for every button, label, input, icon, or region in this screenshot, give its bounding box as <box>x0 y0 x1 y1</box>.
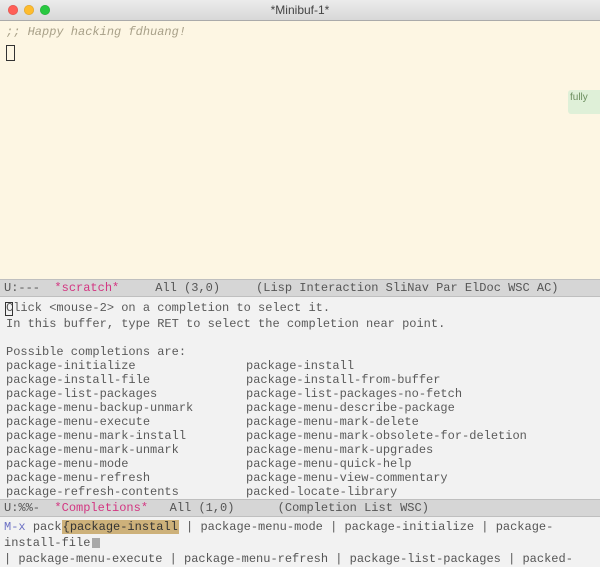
completion-item[interactable]: package-menu-quick-help <box>246 457 594 471</box>
scratch-comment: ;; Happy hacking fdhuang! <box>6 25 594 39</box>
minibuffer[interactable]: M-x pack{package-install | package-menu-… <box>0 517 600 567</box>
completion-item[interactable]: package-refresh-contents <box>6 485 236 499</box>
point-icon <box>6 303 12 315</box>
completions-grid: package-initialize package-install packa… <box>6 359 594 499</box>
window-controls <box>0 5 50 15</box>
buffer-name: *scratch* <box>54 281 119 295</box>
completion-item[interactable]: package-menu-execute <box>6 415 236 429</box>
completion-item[interactable]: package-menu-mark-install <box>6 429 236 443</box>
completion-item[interactable]: package-install-from-buffer <box>246 373 594 387</box>
scroll-right-icon[interactable] <box>92 538 100 548</box>
completion-item[interactable]: package-menu-mode <box>6 457 236 471</box>
completion-item[interactable]: package-menu-refresh <box>6 471 236 485</box>
window-title: *Minibuf-1* <box>0 3 600 17</box>
completion-item[interactable]: package-list-packages <box>6 387 236 401</box>
modeline-prefix: U:--- <box>4 281 54 295</box>
cursor-icon <box>6 45 15 61</box>
minibuffer-candidates: | package-menu-execute | package-menu-re… <box>4 552 573 567</box>
completion-item[interactable]: package-menu-backup-unmark <box>6 401 236 415</box>
completion-item[interactable]: packed-locate-library <box>246 485 594 499</box>
modeline-completions[interactable]: U:%%- *Completions* All (1,0) (Completio… <box>0 499 600 517</box>
zoom-icon[interactable] <box>40 5 50 15</box>
completion-item[interactable]: package-menu-mark-delete <box>246 415 594 429</box>
completion-item[interactable]: package-initialize <box>6 359 236 373</box>
modeline-prefix: U:%%- <box>4 501 54 515</box>
completion-item[interactable]: package-menu-mark-obsolete-for-deletion <box>246 429 594 443</box>
minibuffer-selection[interactable]: {package-install <box>62 520 179 534</box>
completions-heading: Possible completions are: <box>6 345 594 359</box>
modeline-scratch[interactable]: U:--- *scratch* All (3,0) (Lisp Interact… <box>0 279 600 297</box>
minimize-icon[interactable] <box>24 5 34 15</box>
completion-item[interactable]: package-menu-describe-package <box>246 401 594 415</box>
completion-item[interactable]: package-menu-mark-unmark <box>6 443 236 457</box>
scratch-buffer[interactable]: ;; Happy hacking fdhuang! <box>0 21 600 279</box>
modeline-pos: All (1,0) <box>148 501 278 515</box>
completion-item[interactable]: package-install <box>246 359 594 373</box>
completion-item[interactable]: package-menu-view-commentary <box>246 471 594 485</box>
instruction-1: Click <mouse-2> on a completion to selec… <box>6 301 594 315</box>
completions-buffer[interactable]: Click <mouse-2> on a completion to selec… <box>0 297 600 499</box>
close-icon[interactable] <box>8 5 18 15</box>
buffer-name: *Completions* <box>54 501 148 515</box>
background-window-fragment: fully <box>568 90 600 114</box>
completion-item[interactable]: package-list-packages-no-fetch <box>246 387 594 401</box>
minibuffer-input[interactable]: pack <box>33 520 62 534</box>
completion-item[interactable]: package-install-file <box>6 373 236 387</box>
instruction-2: In this buffer, type RET to select the c… <box>6 317 594 331</box>
modeline-modes: (Completion List WSC) <box>278 501 429 515</box>
titlebar: *Minibuf-1* <box>0 0 600 21</box>
mx-prompt: M-x <box>4 520 33 534</box>
completion-item[interactable]: package-menu-mark-upgrades <box>246 443 594 457</box>
modeline-pos: All (3,0) <box>119 281 256 295</box>
modeline-modes: (Lisp Interaction SliNav Par ElDoc WSC A… <box>256 281 558 295</box>
